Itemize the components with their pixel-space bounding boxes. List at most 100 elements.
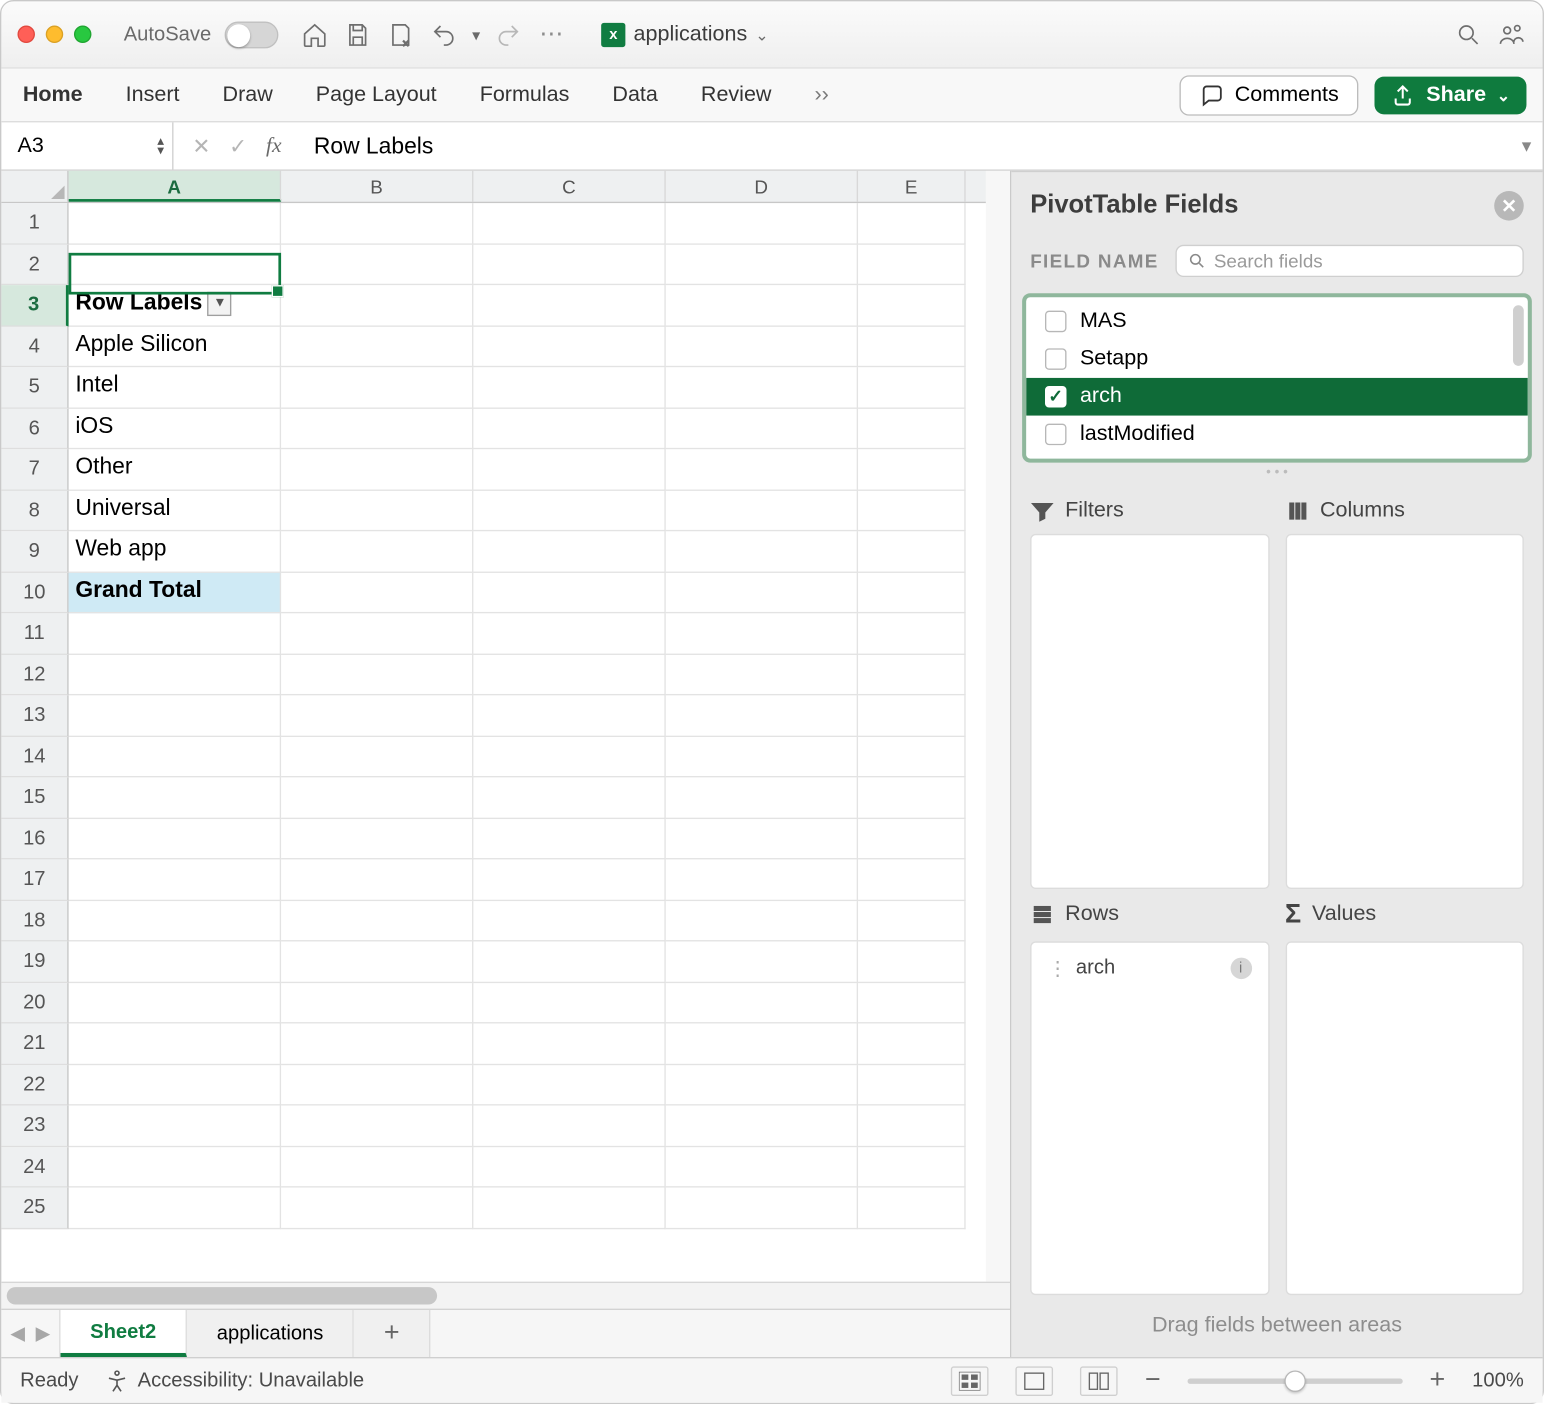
cell-E5[interactable] [858,367,966,408]
save-as-icon[interactable] [386,20,416,50]
undo-dropdown-icon[interactable]: ▾ [472,25,480,44]
cell-A13[interactable] [69,695,281,736]
row-header-25[interactable]: 25 [1,1188,68,1229]
cell-E25[interactable] [858,1188,966,1229]
cell-A2[interactable] [69,244,281,285]
cell-E6[interactable] [858,408,966,449]
cell-C13[interactable] [473,695,665,736]
cell-C20[interactable] [473,982,665,1023]
cell-A12[interactable] [69,654,281,695]
name-box[interactable]: A3 ▴▾ [1,122,173,169]
cell-E7[interactable] [858,449,966,490]
zoom-level[interactable]: 100% [1472,1369,1524,1392]
cell-D2[interactable] [666,244,858,285]
cell-D25[interactable] [666,1188,858,1229]
cell-D12[interactable] [666,654,858,695]
cell-D14[interactable] [666,736,858,777]
cell-A15[interactable] [69,777,281,818]
normal-view-button[interactable] [951,1366,989,1396]
cell-C23[interactable] [473,1106,665,1147]
cell-A18[interactable] [69,900,281,941]
cell-A23[interactable] [69,1106,281,1147]
cell-C11[interactable] [473,613,665,654]
columns-dropzone[interactable] [1285,534,1524,888]
share-button[interactable]: Share ⌄ [1375,76,1526,114]
tab-insert[interactable]: Insert [120,75,185,115]
cell-C10[interactable] [473,572,665,613]
cancel-formula-icon[interactable]: ✕ [192,132,210,159]
cell-D17[interactable] [666,859,858,900]
cell-D15[interactable] [666,777,858,818]
tab-data[interactable]: Data [607,75,663,115]
cell-A7[interactable]: Other [69,449,281,490]
cell-E23[interactable] [858,1106,966,1147]
redo-icon[interactable] [494,20,524,50]
cell-D13[interactable] [666,695,858,736]
row-header-16[interactable]: 16 [1,818,68,859]
cell-C21[interactable] [473,1023,665,1064]
cell-E19[interactable] [858,941,966,982]
expand-formula-icon[interactable]: ▾ [1510,134,1542,157]
column-header-D[interactable]: D [666,171,858,202]
cell-D6[interactable] [666,408,858,449]
row-header-14[interactable]: 14 [1,736,68,777]
cell-A9[interactable]: Web app [69,531,281,572]
column-header-B[interactable]: B [281,171,473,202]
zoom-slider[interactable] [1187,1378,1402,1383]
pivot-filter-dropdown[interactable]: ▼ [208,291,232,315]
cell-A19[interactable] [69,941,281,982]
row-header-4[interactable]: 4 [1,326,68,367]
cell-C7[interactable] [473,449,665,490]
cell-C24[interactable] [473,1147,665,1188]
cell-D23[interactable] [666,1106,858,1147]
row-header-7[interactable]: 7 [1,449,68,490]
minimize-window-icon[interactable] [46,26,63,43]
sheet-prev-icon[interactable]: ◀ [10,1322,24,1345]
row-header-8[interactable]: 8 [1,490,68,531]
cell-A24[interactable] [69,1147,281,1188]
cell-A16[interactable] [69,818,281,859]
tab-home[interactable]: Home [17,75,88,115]
rows-chip-arch[interactable]: ⋮ arch i [1040,950,1260,985]
cell-D24[interactable] [666,1147,858,1188]
cell-B23[interactable] [281,1106,473,1147]
cell-B12[interactable] [281,654,473,695]
page-layout-view-button[interactable] [1016,1366,1054,1396]
cell-E1[interactable] [858,203,966,244]
row-header-21[interactable]: 21 [1,1023,68,1064]
cell-B21[interactable] [281,1023,473,1064]
cell-B10[interactable] [281,572,473,613]
cell-D5[interactable] [666,367,858,408]
cell-B5[interactable] [281,367,473,408]
cell-E20[interactable] [858,982,966,1023]
search-icon[interactable] [1454,20,1484,50]
cell-C15[interactable] [473,777,665,818]
column-header-C[interactable]: C [473,171,665,202]
cell-D18[interactable] [666,900,858,941]
page-break-view-button[interactable] [1080,1366,1118,1396]
info-icon[interactable]: i [1230,957,1252,979]
cell-A6[interactable]: iOS [69,408,281,449]
cell-E15[interactable] [858,777,966,818]
add-sheet-button[interactable]: + [354,1310,430,1357]
cell-B15[interactable] [281,777,473,818]
field-checkbox-MAS[interactable] [1045,311,1067,333]
formula-input[interactable]: Row Labels [300,132,1510,159]
cell-B8[interactable] [281,490,473,531]
cell-E11[interactable] [858,613,966,654]
field-lastModified[interactable]: lastModified [1026,416,1528,454]
row-header-23[interactable]: 23 [1,1106,68,1147]
comments-button[interactable]: Comments [1180,75,1359,115]
cell-B25[interactable] [281,1188,473,1229]
cell-C2[interactable] [473,244,665,285]
cell-D7[interactable] [666,449,858,490]
home-icon[interactable] [300,20,330,50]
cell-E24[interactable] [858,1147,966,1188]
row-header-22[interactable]: 22 [1,1064,68,1105]
cell-D8[interactable] [666,490,858,531]
share-people-icon[interactable] [1497,20,1527,50]
close-window-icon[interactable] [17,26,34,43]
cell-E13[interactable] [858,695,966,736]
undo-icon[interactable] [429,20,459,50]
cell-A22[interactable] [69,1064,281,1105]
